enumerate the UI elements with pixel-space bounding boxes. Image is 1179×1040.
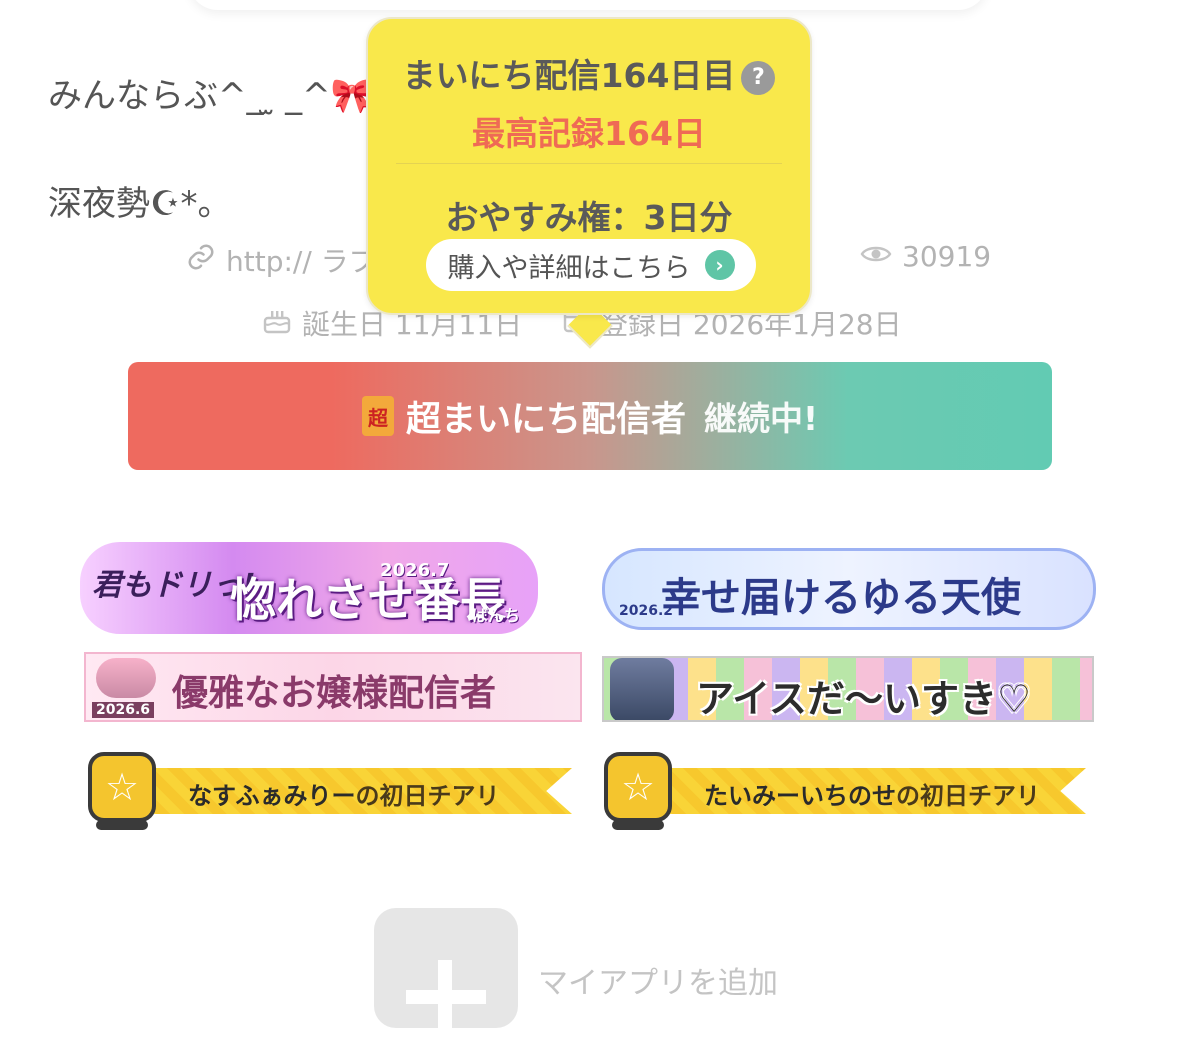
- best-record: 最高記録164日: [472, 114, 706, 153]
- cheer-name-1: なすふぁみりー: [188, 782, 356, 810]
- streak-banner[interactable]: 超 超まいにち配信者 継続中!: [128, 362, 1052, 470]
- tooltip-title-text: まいにち配信164日目: [402, 56, 736, 95]
- profile-link[interactable]: http:// ラブ: [186, 240, 377, 280]
- badge-angel[interactable]: 幸せ届けるゆる天使No.3 2026.2: [602, 548, 1096, 630]
- cake-illustration: [96, 658, 156, 698]
- cake-icon: [262, 305, 292, 342]
- eye-icon: [860, 240, 892, 273]
- help-icon[interactable]: ?: [741, 61, 776, 95]
- profile-card-top: [188, 0, 988, 10]
- cheer-suffix-2: の初日チアリ: [896, 782, 1040, 810]
- streak-sub-label: 継続中!: [703, 399, 819, 438]
- purchase-details-button[interactable]: 購入や詳細はこちら ›: [426, 239, 756, 291]
- chevron-right-icon: ›: [704, 250, 735, 280]
- views-value: 30919: [902, 240, 992, 273]
- badge-ojousama-title: 優雅なお嬢様配信者Top10: [172, 672, 497, 720]
- tooltip-title: まいにち配信164日目?: [368, 49, 810, 97]
- laurel-icon: [96, 820, 148, 830]
- star-icon: ☆: [604, 752, 672, 822]
- cheer-suffix-1: の初日チアリ: [355, 782, 500, 810]
- badge-angel-title: 幸せ届けるゆる天使No.3: [661, 575, 1021, 627]
- badge-ice-title: アイスだ〜いすき♡: [696, 677, 1032, 721]
- cheer-badge-2[interactable]: ☆ たいみーいちのせの初日チアリ: [604, 752, 1086, 830]
- badge-banchou-title: 惚れさせ番長: [230, 573, 506, 627]
- rest-days: おやすみ権：3日分: [445, 198, 733, 237]
- tooltip-divider: [396, 163, 782, 164]
- badge-angel-date: 2026.2: [619, 603, 674, 619]
- purchase-details-label: 購入や詳細はこちら: [447, 252, 691, 284]
- badge-banchou[interactable]: 君もドリっ! 惚れさせ番長 2026.7 ばんちょ〜: [80, 542, 538, 634]
- badge-ojousama-date: 2026.6: [92, 702, 155, 718]
- cheer-badge-1[interactable]: ☆ なすふぁみりーの初日チアリ: [88, 752, 572, 830]
- cheer-name-2: たいみーいちのせ: [704, 782, 896, 810]
- badge-ice[interactable]: アイスだ〜いすき♡: [602, 656, 1094, 722]
- views-count: 30919: [860, 240, 991, 273]
- add-app-button[interactable]: [374, 908, 518, 1040]
- link-text: http:// ラブ: [226, 245, 377, 278]
- badge-ojousama[interactable]: 優雅なお嬢様配信者Top10 2026.6: [84, 652, 582, 722]
- character-illustration: [610, 658, 674, 720]
- streak-main-label: 超まいにち配信者: [405, 399, 686, 440]
- laurel-icon: [612, 820, 664, 830]
- cheer-label-2: たいみーいちのせの初日チアリ: [704, 776, 1040, 811]
- star-icon: ☆: [88, 752, 156, 822]
- super-badge-icon: 超: [361, 396, 394, 436]
- badge-banchou-date: 2026.7: [380, 560, 450, 581]
- link-icon: [186, 242, 216, 279]
- bio-line-2: 深夜勢☪︎*。: [48, 184, 232, 224]
- bio-text-1: みんならぶ^_ ̫ _^: [48, 76, 331, 116]
- badge-banchou-ruby: ばんちょ〜: [472, 606, 521, 634]
- add-app-label[interactable]: マイアプリを追加: [538, 958, 778, 1002]
- cheer-label-1: なすふぁみりーの初日チアリ: [188, 776, 500, 811]
- plus-icon-bar: [406, 990, 486, 1004]
- bio-line-1: みんならぶ^_ ̫ _^🎀: [48, 68, 373, 117]
- streak-tooltip: まいにち配信164日目? 最高記録164日 おやすみ権：3日分 購入や詳細はこち…: [366, 17, 812, 315]
